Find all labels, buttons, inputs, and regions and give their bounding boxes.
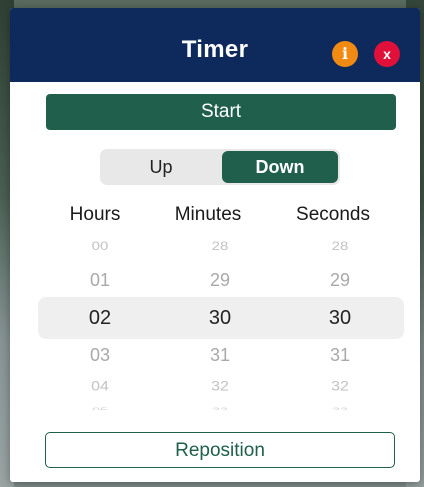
minutes-option[interactable]: 33 xyxy=(160,406,280,410)
hours-option[interactable]: 03 xyxy=(40,345,160,366)
hours-header: Hours xyxy=(69,204,121,225)
seconds-option[interactable]: 28 xyxy=(280,240,400,253)
start-button[interactable]: Start xyxy=(46,94,396,130)
minutes-option[interactable]: 29 xyxy=(160,270,280,291)
info-icon[interactable]: i xyxy=(332,41,358,67)
seconds-option[interactable]: 31 xyxy=(280,345,400,366)
hours-option[interactable]: 01 xyxy=(40,270,160,291)
reposition-button[interactable]: Reposition xyxy=(45,432,395,468)
timer-dialog: Timer i x Start Up Down Hours Minutes Se… xyxy=(10,8,420,482)
seconds-wheel[interactable]: 28 29 30 31 32 33 xyxy=(280,234,400,410)
direction-toggle: Up Down xyxy=(100,149,340,185)
minutes-wheel[interactable]: 28 29 30 31 32 33 xyxy=(160,234,280,410)
hours-option[interactable]: 04 xyxy=(40,379,160,394)
minutes-header: Minutes xyxy=(174,204,242,225)
seconds-option[interactable]: 29 xyxy=(280,270,400,291)
minutes-option[interactable]: 32 xyxy=(160,379,280,394)
title-bar: Timer i x xyxy=(10,8,420,82)
direction-up-option[interactable]: Up xyxy=(100,149,222,185)
direction-down-option[interactable]: Down xyxy=(222,151,338,183)
minutes-option[interactable]: 31 xyxy=(160,345,280,366)
seconds-option[interactable]: 33 xyxy=(280,406,400,410)
seconds-option[interactable]: 32 xyxy=(280,379,400,394)
minutes-selected-option[interactable]: 30 xyxy=(160,307,280,330)
seconds-selected-option[interactable]: 30 xyxy=(280,307,400,330)
close-icon[interactable]: x xyxy=(374,41,400,67)
hours-option[interactable]: 00 xyxy=(40,240,160,253)
hours-selected-option[interactable]: 02 xyxy=(40,307,160,330)
hours-wheel[interactable]: 00 01 02 03 04 05 xyxy=(40,234,160,410)
hours-option[interactable]: 05 xyxy=(40,406,160,410)
dialog-title: Timer xyxy=(181,36,249,63)
seconds-header: Seconds xyxy=(296,204,370,225)
minutes-option[interactable]: 28 xyxy=(160,240,280,253)
